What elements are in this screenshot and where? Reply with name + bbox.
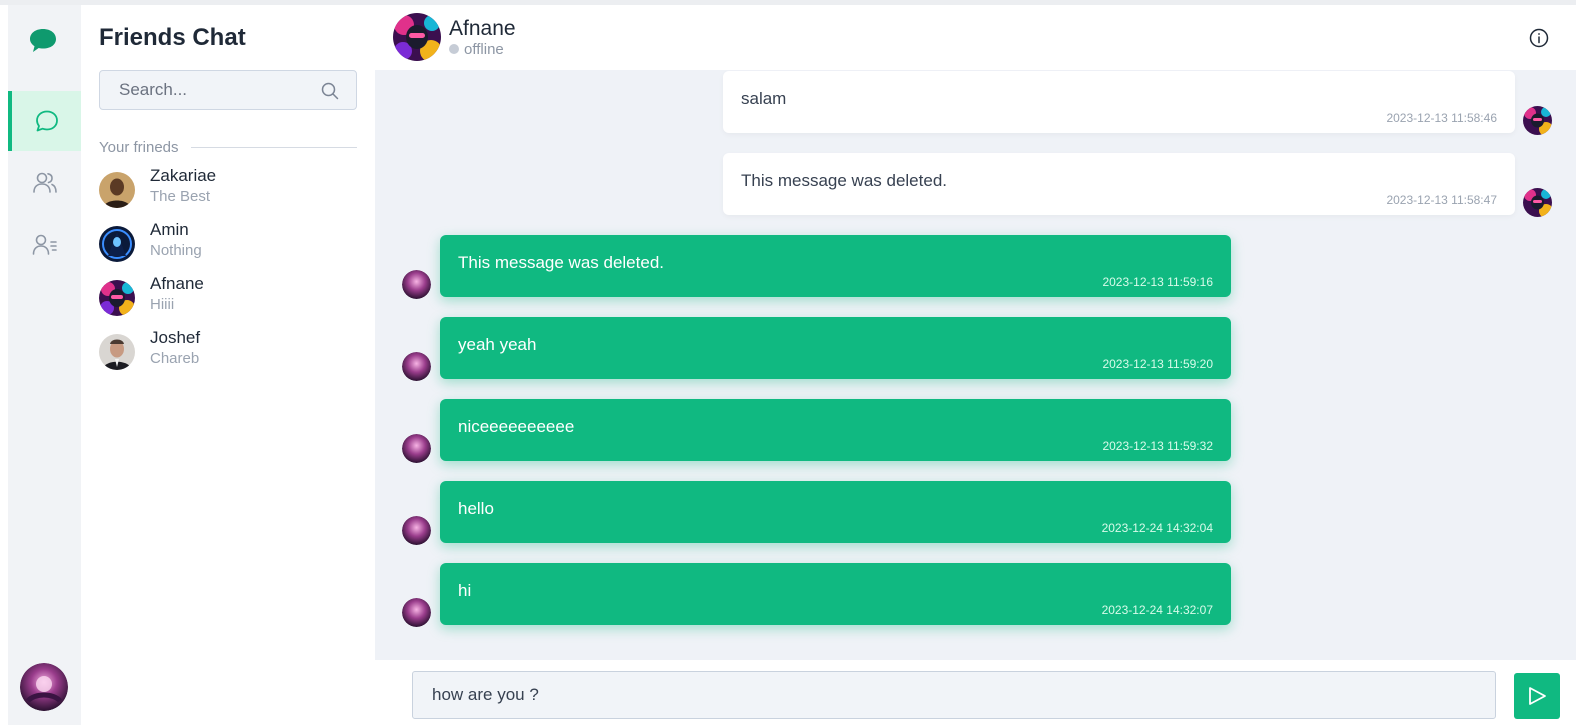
message-input[interactable] [412, 671, 1496, 719]
nav-chats[interactable] [8, 91, 81, 151]
message-received[interactable]: niceeeeeeeeee 2023-12-13 11:59:32 [440, 399, 1231, 461]
friend-item[interactable]: Afnane Hiiii [99, 274, 357, 320]
contact-status: offline [449, 41, 504, 58]
friend-name: Zakariae [150, 166, 217, 185]
app-title: Friends Chat [99, 24, 246, 51]
status-dot-icon [449, 44, 459, 54]
message-text: niceeeeeeeeee [458, 417, 575, 436]
contact-avatar[interactable] [393, 13, 441, 61]
friends-panel: Friends Chat Your frineds Zakariae The B… [81, 5, 375, 725]
send-icon [1529, 687, 1546, 705]
sender-avatar [1523, 188, 1552, 217]
friend-avatar [99, 226, 135, 262]
friend-avatar [99, 172, 135, 208]
friend-name: Joshef [150, 328, 201, 347]
friend-item[interactable]: Zakariae The Best [99, 166, 357, 212]
message-text: salam [741, 89, 787, 108]
friend-avatar [99, 334, 135, 370]
message-time: 2023-12-13 11:58:47 [1386, 193, 1497, 207]
section-divider [191, 147, 357, 148]
friend-item[interactable]: Amin Nothing [99, 220, 357, 266]
chat-header: Afnane offline [375, 5, 1576, 70]
message-time: 2023-12-13 11:59:16 [1102, 275, 1213, 289]
search-input[interactable] [100, 71, 320, 109]
friend-name: Amin [150, 220, 189, 239]
friends-section-label: Your frineds [99, 139, 179, 156]
message-received[interactable]: This message was deleted. 2023-12-13 11:… [440, 235, 1231, 297]
message-text: This message was deleted. [741, 171, 947, 190]
message-sent[interactable]: salam 2023-12-13 11:58:46 [723, 71, 1515, 133]
message-time: 2023-12-13 11:59:20 [1102, 357, 1213, 371]
user-list-icon [32, 234, 57, 255]
message-sent[interactable]: This message was deleted. 2023-12-13 11:… [723, 153, 1515, 215]
message-text: hi [458, 581, 472, 600]
message-text: yeah yeah [458, 335, 537, 354]
message-received[interactable]: hello 2023-12-24 14:32:04 [440, 481, 1231, 543]
friend-status: Chareb [150, 350, 200, 367]
message-received[interactable]: yeah yeah 2023-12-13 11:59:20 [440, 317, 1231, 379]
message-text: This message was deleted. [458, 253, 664, 272]
message-time: 2023-12-13 11:59:32 [1102, 439, 1213, 453]
message-time: 2023-12-13 11:58:46 [1386, 111, 1497, 125]
sender-avatar [1523, 106, 1552, 135]
chat-bubble-icon [35, 110, 58, 132]
send-button[interactable] [1514, 673, 1560, 719]
nav-friend-list[interactable] [8, 215, 81, 275]
search-icon[interactable] [320, 81, 340, 101]
message-time: 2023-12-24 14:32:04 [1101, 521, 1213, 535]
friend-item[interactable]: Joshef Chareb [99, 328, 357, 374]
chat-logo-icon [30, 29, 56, 52]
message-composer [375, 660, 1576, 725]
nav-rail [8, 5, 81, 725]
friend-name: Afnane [150, 274, 204, 293]
friend-status: The Best [150, 188, 211, 205]
message-received[interactable]: hi 2023-12-24 14:32:07 [440, 563, 1231, 625]
receiver-avatar [402, 516, 431, 545]
receiver-avatar [402, 352, 431, 381]
contact-status-text: offline [464, 41, 504, 58]
contact-name: Afnane [449, 17, 516, 40]
friend-status: Hiiii [150, 296, 175, 313]
friend-status: Nothing [150, 242, 202, 259]
nav-friends[interactable] [8, 153, 81, 213]
receiver-avatar [402, 270, 431, 299]
info-icon[interactable] [1528, 27, 1550, 49]
receiver-avatar [402, 434, 431, 463]
friend-avatar [99, 280, 135, 316]
search-box [99, 70, 357, 110]
message-text: hello [458, 499, 494, 518]
users-icon [32, 172, 57, 193]
message-list[interactable]: salam 2023-12-13 11:58:46 This message w… [375, 70, 1576, 660]
current-user-avatar[interactable] [20, 663, 68, 711]
receiver-avatar [402, 598, 431, 627]
message-time: 2023-12-24 14:32:07 [1101, 603, 1213, 617]
